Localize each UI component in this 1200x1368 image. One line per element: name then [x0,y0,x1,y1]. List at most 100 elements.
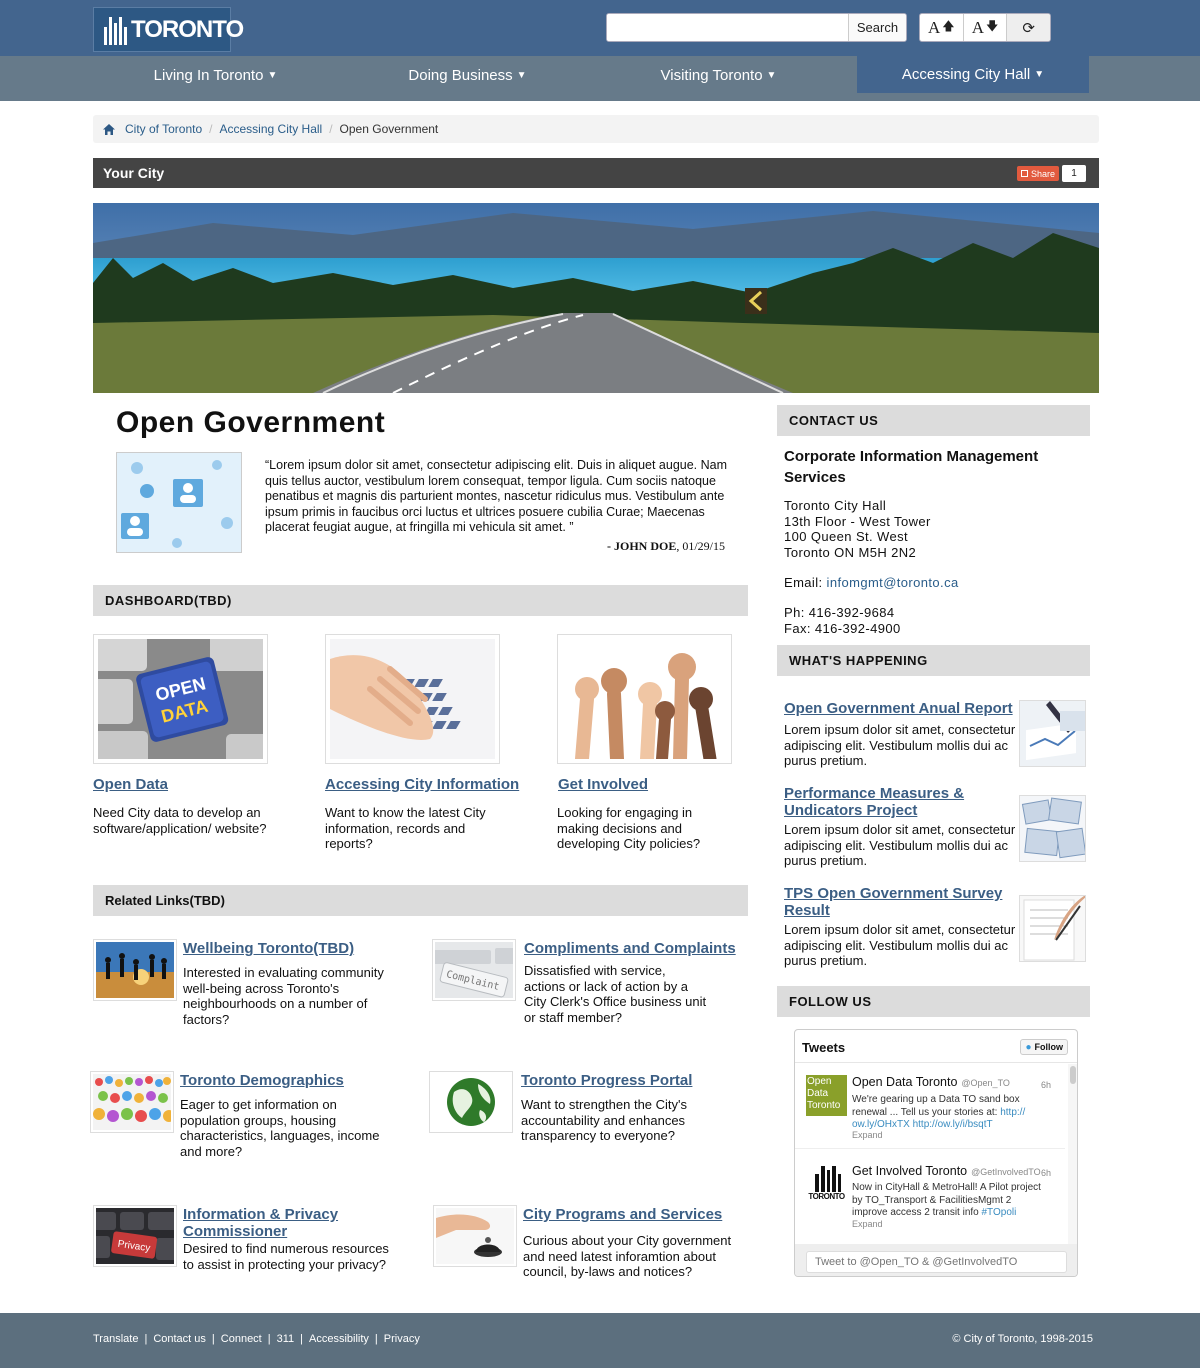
tweet-item[interactable]: TORONTO Get Involved Toronto @GetInvolved… [795,1150,1065,1244]
quote-author: - JOHN DOE [606,539,677,553]
tweet-hashtag[interactable]: #TOpoli [982,1207,1017,1218]
get-involved-toronto-avatar[interactable]: TORONTO [806,1164,847,1205]
toronto-progress-portal-image[interactable] [429,1071,513,1133]
performance-measures-link[interactable]: Performance Measures & Undicators Projec… [784,785,1016,819]
phone-number: Ph: 416-392-9684 [784,605,895,620]
nav-doing-business[interactable]: Doing Business ▼ [345,56,590,95]
tweet-author-name: Get Involved Toronto [852,1164,968,1178]
footer-link-accessibility[interactable]: Accessibility [309,1333,369,1345]
accessing-city-information-description: Want to know the latest City information… [325,805,486,851]
hero-image [93,203,1099,393]
get-involved-image[interactable] [557,634,732,764]
caret-down-icon: ▼ [1034,69,1045,80]
survey-result-link[interactable]: TPS Open Government Survey Result [784,885,1016,919]
email-label: Email: [784,575,827,590]
nav-label: Accessing City Hall [901,66,1031,83]
tweet-item[interactable]: Open Data Toronto Open Data Toronto @Open… [795,1064,1065,1149]
annual-report-image[interactable] [1019,700,1086,767]
avatar-text-line: Toronto [807,1100,841,1111]
nav-visiting-toronto[interactable]: Visiting Toronto ▼ [596,56,841,95]
wellbeing-toronto-image[interactable] [93,939,177,1001]
search-box: Search [606,13,907,42]
footer: Translate | Contact us | Connect | 311 | Acc… [0,1313,1200,1368]
avatar-text-line: Open [807,1076,832,1087]
survey-result-image[interactable] [1019,895,1086,962]
get-involved-description: Looking for engaging in making decisions… [557,805,701,851]
footer-separator: | [267,1333,271,1345]
tweet-handle: @Open_TO [961,1078,1010,1088]
contact-email-row: Email: infomgmt@toronto.ca [784,575,959,590]
address-line: Toronto ON M5H 2N2 [784,544,917,560]
share-icon [1020,170,1028,177]
tweet-author[interactable]: Open Data Toronto @Open_TO [852,1075,1010,1089]
footer-link-311[interactable]: 311 [277,1333,295,1345]
open-data-image[interactable]: OPEN DATA [93,634,268,764]
nav-label: Visiting Toronto [660,67,763,84]
annual-report-link[interactable]: Open Government Anual Report [784,700,1016,717]
contact-department-name: Corporate Information Management Service… [784,448,1039,486]
search-input[interactable] [607,14,848,41]
tweet-expand[interactable]: Expand [852,1219,883,1229]
toronto-demographics-description: Eager to get information on population g… [180,1097,380,1159]
dashboard-heading: DASHBOARD(TBD) [93,585,748,616]
wellbeing-toronto-link[interactable]: Wellbeing Toronto(TBD) [183,940,354,957]
accessing-city-information-image[interactable] [325,634,500,764]
search-button[interactable]: Search [848,14,906,41]
email-link[interactable]: infomgmt@toronto.ca [827,575,959,590]
quote-image [116,452,242,553]
city-programs-image[interactable] [433,1205,517,1267]
breadcrumb-accessing-city-hall[interactable]: Accessing City Hall [220,122,323,136]
accessing-city-information-link[interactable]: Accessing City Information [325,776,519,793]
footer-link-privacy[interactable]: Privacy [384,1333,420,1345]
reset-text-button[interactable]: ⟳ [1007,14,1050,41]
decrease-text-button[interactable]: A 🡇 [964,14,1008,41]
share-label: Share [1030,168,1055,179]
privacy-commissioner-description: Desired to find numerous resources to as… [183,1241,389,1272]
increase-text-button[interactable]: A 🡅 [920,14,964,41]
compliments-complaints-image[interactable]: Complaint [432,939,516,1001]
related-links-heading: Related Links(TBD) [93,885,748,916]
privacy-commissioner-image[interactable]: Privacy [93,1205,177,1267]
contact-phone-row: Ph: 416-392-9684 Fax: 416-392-4900 [784,605,901,636]
tweet-body: We're gearing up a Data TO sand box rene… [852,1094,1020,1118]
footer-separator: | [374,1333,378,1345]
tweet-compose-input[interactable] [806,1251,1067,1273]
tweet-time[interactable]: 6h [1041,1168,1051,1178]
toronto-demographics-image[interactable] [90,1071,174,1133]
nav-living-in-toronto[interactable]: Living In Toronto ▼ [93,56,338,95]
breadcrumb-separator: / [329,122,333,136]
text-decrease-label: A [971,17,984,37]
tweets-scrollbar[interactable] [1068,1064,1077,1244]
nav-accessing-city-hall[interactable]: Accessing City Hall ▼ [857,56,1089,93]
performance-measures-image[interactable] [1019,795,1086,862]
city-programs-link[interactable]: City Programs and Services [523,1206,722,1223]
caret-down-icon: ▼ [267,70,278,81]
follow-button[interactable]: ● Follow [1020,1039,1068,1055]
footer-link-contact-us[interactable]: Contact us [153,1333,206,1345]
open-data-link[interactable]: Open Data [93,776,168,793]
open-data-toronto-avatar[interactable]: Open Data Toronto [806,1075,847,1116]
footer-link-translate[interactable]: Translate [93,1333,138,1345]
tweet-link[interactable]: http://ow.ly/i/bsqtT [913,1119,993,1130]
toronto-demographics-link[interactable]: Toronto Demographics [180,1072,344,1089]
nav-label: Doing Business [408,67,513,84]
share-button[interactable]: Share [1016,166,1059,181]
get-involved-link[interactable]: Get Involved [558,776,648,793]
twitter-widget: Tweets ● Follow Open Data Toronto Open Da… [794,1029,1078,1277]
home-icon[interactable] [103,123,115,135]
breadcrumb-current: Open Government [339,122,439,136]
toronto-logo[interactable]: TORONTO [93,7,244,52]
privacy-commissioner-link[interactable]: Information & Privacy Commissioner [183,1206,383,1240]
caret-down-icon: ▼ [516,70,527,81]
tweet-expand[interactable]: Expand [852,1130,883,1140]
toronto-progress-portal-link[interactable]: Toronto Progress Portal [521,1072,692,1089]
text-increase-label: A [928,17,941,37]
footer-link-connect[interactable]: Connect [221,1333,262,1345]
compliments-complaints-link[interactable]: Compliments and Complaints [524,940,736,957]
tweet-author[interactable]: Get Involved Toronto @GetInvolvedTO [852,1164,1041,1178]
tweet-time[interactable]: 6h [1041,1080,1051,1090]
follow-us-heading: FOLLOW US [777,986,1090,1017]
avatar-text-line: Data [807,1088,829,1099]
text-size-controls: A 🡅 A 🡇 ⟳ [919,13,1051,42]
breadcrumb-city-of-toronto[interactable]: City of Toronto [125,122,202,136]
